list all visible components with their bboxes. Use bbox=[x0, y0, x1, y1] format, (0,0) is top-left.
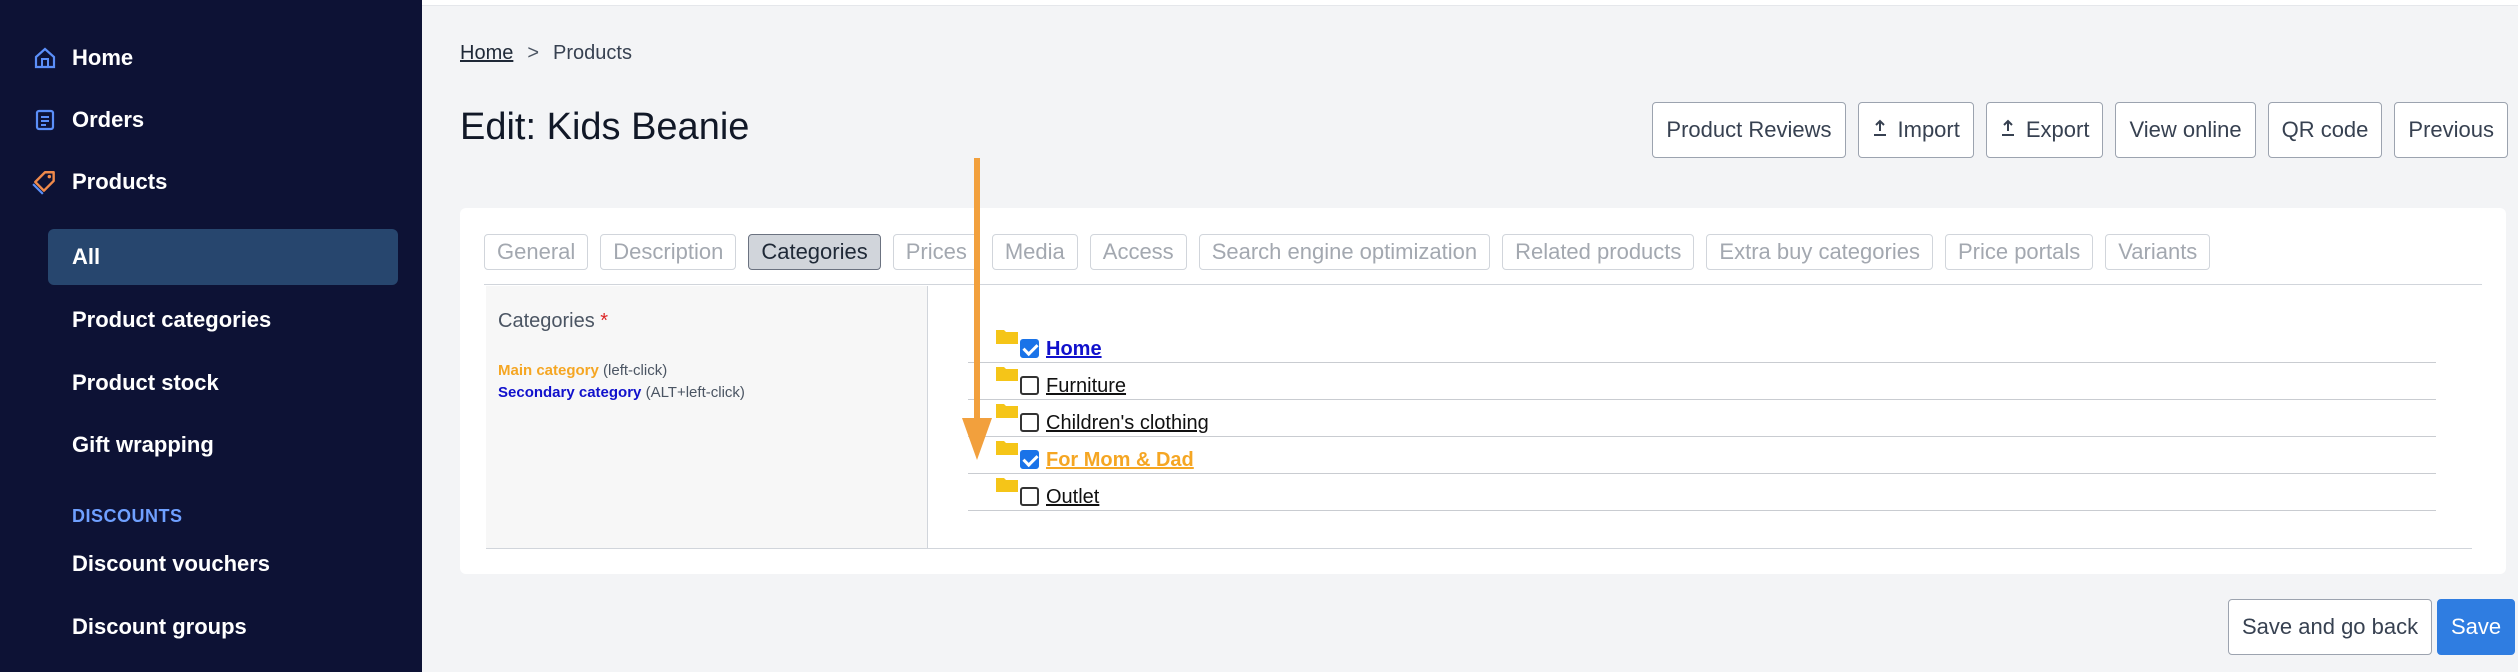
legend-secondary-category: Secondary category bbox=[498, 384, 642, 401]
category-legend: Main category (left-click) Secondary cat… bbox=[498, 360, 745, 404]
previous-button[interactable]: Previous bbox=[2394, 102, 2508, 158]
page-title: Edit: Kids Beanie bbox=[460, 106, 750, 148]
tab-variants[interactable]: Variants bbox=[2105, 234, 2211, 270]
sidebar-item-label: All bbox=[72, 244, 101, 269]
sidebar-item-label: Products bbox=[72, 169, 168, 194]
tab-access[interactable]: Access bbox=[1089, 234, 1187, 270]
folder-icon bbox=[996, 328, 1018, 344]
sidebar-item-gift-wrapping[interactable]: Gift wrapping bbox=[48, 417, 398, 473]
sidebar-item-label: Home bbox=[72, 45, 134, 70]
button-label: Save bbox=[2451, 614, 2502, 639]
category-link-furniture[interactable]: Furniture bbox=[1046, 375, 1126, 398]
save-button[interactable]: Save bbox=[2437, 599, 2516, 655]
legend-main-category: Main category bbox=[498, 362, 599, 379]
sidebar-item-orders[interactable]: Orders bbox=[32, 98, 144, 142]
save-and-go-back-button[interactable]: Save and go back bbox=[2228, 599, 2433, 655]
button-label: Import bbox=[1897, 117, 1960, 142]
category-tree-row: Home bbox=[968, 326, 2436, 363]
category-tree-row: Children's clothing bbox=[968, 400, 2436, 437]
sidebar-item-product-categories[interactable]: Product categories bbox=[48, 292, 398, 348]
category-link-for-mom-dad[interactable]: For Mom & Dad bbox=[1046, 449, 1194, 472]
sidebar-item-discount-groups[interactable]: Discount groups bbox=[48, 599, 398, 655]
category-checkbox-for-mom-dad[interactable] bbox=[1020, 450, 1039, 469]
breadcrumb-separator: > bbox=[527, 42, 540, 64]
sidebar-item-product-stock[interactable]: Product stock bbox=[48, 355, 398, 411]
home-icon bbox=[32, 45, 58, 71]
orders-icon bbox=[32, 107, 58, 133]
product-reviews-button[interactable]: Product Reviews bbox=[1652, 102, 1846, 158]
view-online-button[interactable]: View online bbox=[2115, 102, 2256, 158]
button-label: Export bbox=[2025, 117, 2090, 142]
panel-divider bbox=[486, 548, 2472, 549]
upload-icon bbox=[1872, 117, 1888, 143]
tag-icon bbox=[32, 169, 58, 195]
sidebar-item-home[interactable]: Home bbox=[32, 36, 133, 80]
sidebar-item-label: Orders bbox=[72, 107, 145, 132]
tab-description[interactable]: Description bbox=[600, 234, 737, 270]
button-label: Previous bbox=[2408, 117, 2494, 142]
qr-code-button[interactable]: QR code bbox=[2267, 102, 2383, 158]
categories-label: Categories * bbox=[498, 310, 608, 333]
category-tree-row: For Mom & Dad bbox=[968, 437, 2436, 474]
toolbar: Product Reviews Import Export View onlin… bbox=[1652, 102, 2508, 158]
section-label-discounts: DISCOUNTS bbox=[72, 506, 183, 526]
button-label: Save and go back bbox=[2242, 614, 2419, 639]
sidebar-item-products[interactable]: Products bbox=[32, 160, 167, 204]
button-label: Product Reviews bbox=[1666, 117, 1832, 142]
category-tree-row: Outlet bbox=[968, 474, 2436, 511]
category-link-outlet[interactable]: Outlet bbox=[1046, 486, 1099, 509]
top-bar bbox=[422, 0, 2518, 6]
folder-icon bbox=[996, 439, 1018, 455]
tab-extra-buy-categories[interactable]: Extra buy categories bbox=[1706, 234, 1933, 270]
export-button[interactable]: Export bbox=[1985, 102, 2104, 158]
tab-general[interactable]: General bbox=[484, 234, 589, 270]
category-checkbox-childrens-clothing[interactable] bbox=[1020, 413, 1039, 432]
category-checkbox-home[interactable] bbox=[1020, 339, 1039, 358]
breadcrumb: Home > Products bbox=[460, 42, 632, 65]
upload-icon bbox=[2000, 117, 2016, 143]
button-label: View online bbox=[2129, 117, 2242, 142]
sidebar-item-all[interactable]: All bbox=[48, 229, 398, 285]
tabs-divider bbox=[484, 284, 2482, 285]
sidebar: Home Orders Products All Product categor… bbox=[0, 0, 422, 672]
tab-related-products[interactable]: Related products bbox=[1502, 234, 1695, 270]
annotation-arrow-icon bbox=[962, 158, 992, 460]
sidebar-item-discount-vouchers[interactable]: Discount vouchers bbox=[48, 536, 398, 592]
field-label: Categories bbox=[498, 310, 595, 332]
sidebar-item-label: Gift wrapping bbox=[72, 432, 214, 457]
sidebar-item-label: Discount vouchers bbox=[72, 551, 271, 576]
category-checkbox-outlet[interactable] bbox=[1020, 487, 1039, 506]
folder-icon bbox=[996, 402, 1018, 418]
tab-media[interactable]: Media bbox=[991, 234, 1078, 270]
tab-bar: General Description Categories Prices Me… bbox=[484, 234, 2211, 270]
category-checkbox-furniture[interactable] bbox=[1020, 376, 1039, 395]
category-tree-row: Furniture bbox=[968, 363, 2436, 400]
button-label: QR code bbox=[2281, 117, 2369, 142]
folder-icon bbox=[996, 365, 1018, 381]
category-link-home[interactable]: Home bbox=[1046, 338, 1102, 361]
legend-main-hint: (left-click) bbox=[603, 362, 668, 379]
sidebar-item-label: Discount groups bbox=[72, 614, 247, 639]
required-mark: * bbox=[600, 310, 609, 332]
tab-categories[interactable]: Categories bbox=[748, 234, 881, 270]
sidebar-item-label: Product categories bbox=[72, 307, 272, 332]
tab-seo[interactable]: Search engine optimization bbox=[1198, 234, 1491, 270]
breadcrumb-current: Products bbox=[553, 42, 632, 64]
categories-label-panel: Categories * Main category (left-click) … bbox=[486, 286, 928, 548]
legend-secondary-hint: (ALT+left-click) bbox=[645, 384, 745, 401]
sidebar-item-label: Product stock bbox=[72, 370, 219, 395]
tab-price-portals[interactable]: Price portals bbox=[1944, 234, 2094, 270]
category-link-childrens-clothing[interactable]: Children's clothing bbox=[1046, 412, 1209, 435]
breadcrumb-home-link[interactable]: Home bbox=[460, 42, 513, 65]
edit-card: General Description Categories Prices Me… bbox=[460, 208, 2506, 574]
folder-icon bbox=[996, 476, 1018, 492]
import-button[interactable]: Import bbox=[1857, 102, 1974, 158]
